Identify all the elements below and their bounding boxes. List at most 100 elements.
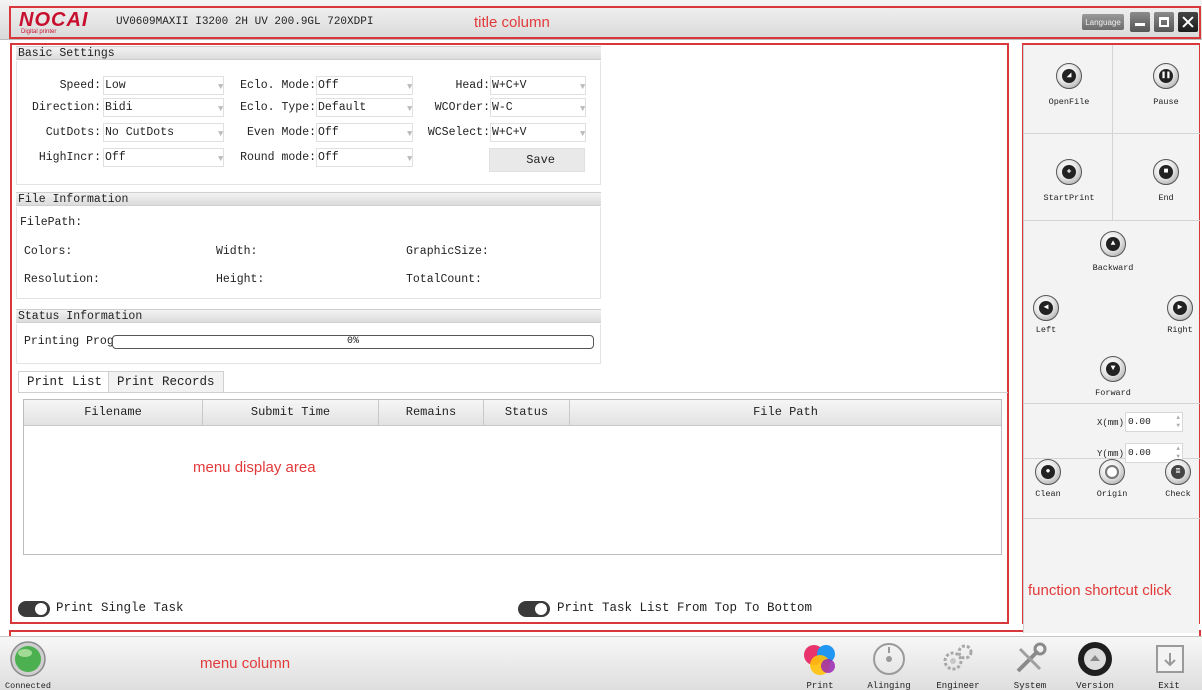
print-colors-icon bbox=[800, 639, 840, 679]
high-incr-select[interactable]: Off ▼ bbox=[103, 148, 224, 167]
forward-button[interactable]: ▼ Forward bbox=[1085, 356, 1141, 398]
top-to-bottom-toggle[interactable] bbox=[518, 601, 550, 617]
save-button[interactable]: Save bbox=[489, 148, 585, 172]
width-label: Width: bbox=[216, 245, 258, 258]
menu-system-label: System bbox=[1013, 681, 1047, 690]
right-button[interactable]: ▶ Right bbox=[1160, 295, 1200, 335]
height-label: Height: bbox=[216, 273, 265, 286]
eclo-mode-select[interactable]: Off ▼ bbox=[316, 76, 413, 95]
left-button[interactable]: ◀ Left bbox=[1026, 295, 1066, 335]
language-button[interactable]: Language bbox=[1082, 14, 1124, 30]
aligning-icon bbox=[869, 639, 909, 679]
nozzle-check-icon: ≣ bbox=[1165, 459, 1191, 485]
menu-system[interactable]: System bbox=[1006, 637, 1054, 690]
direction-label: Direction: bbox=[31, 101, 101, 114]
single-task-label: Print Single Task bbox=[56, 601, 184, 615]
even-mode-value: Off bbox=[318, 126, 339, 139]
close-icon[interactable] bbox=[1178, 12, 1198, 32]
pause-button[interactable]: ❚❚ Pause bbox=[1141, 63, 1191, 107]
end-button[interactable]: ■ End bbox=[1141, 159, 1191, 203]
graphic-size-label: GraphicSize: bbox=[406, 245, 489, 258]
direction-select[interactable]: Bidi ▼ bbox=[103, 98, 224, 117]
speed-select[interactable]: Low ▼ bbox=[103, 76, 224, 95]
arrow-left-icon: ◀ bbox=[1033, 295, 1059, 321]
single-task-toggle[interactable] bbox=[18, 601, 50, 617]
forward-label: Forward bbox=[1095, 388, 1131, 398]
logo-text: NOCAI bbox=[19, 9, 89, 31]
start-print-button[interactable]: ✚ StartPrint bbox=[1037, 159, 1101, 203]
wc-select-label: WCSelect: bbox=[427, 126, 490, 139]
menu-print[interactable]: Print bbox=[798, 637, 842, 690]
resolution-label: Resolution: bbox=[24, 273, 100, 286]
head-select[interactable]: W+C+V ▼ bbox=[490, 76, 586, 95]
eclo-mode-label: Eclo. Mode: bbox=[240, 79, 316, 92]
pause-icon: ❚❚ bbox=[1153, 63, 1179, 89]
round-mode-value: Off bbox=[318, 151, 339, 164]
check-button[interactable]: ≣ Check bbox=[1156, 459, 1200, 499]
maximize-icon[interactable] bbox=[1154, 12, 1174, 32]
spin-arrows-icon[interactable]: ▲ ▼ bbox=[1176, 414, 1180, 430]
high-incr-value: Off bbox=[105, 151, 126, 164]
colors-label: Colors: bbox=[24, 245, 73, 258]
menu-version[interactable]: Version bbox=[1070, 637, 1120, 690]
open-file-label: OpenFile bbox=[1048, 97, 1090, 107]
window-title: UV0609MAXII I3200 2H UV 200.9GL 720XDPI bbox=[116, 16, 374, 28]
basic-settings-header: Basic Settings bbox=[16, 46, 601, 60]
menu-exit[interactable]: Exit bbox=[1144, 637, 1194, 690]
file-path-label: FilePath: bbox=[20, 216, 83, 229]
table-header: Filename Submit Time Remains Status File… bbox=[24, 400, 1001, 426]
connected-status[interactable]: Connected bbox=[0, 637, 56, 690]
nocai-logo: NOCAI Digital printer bbox=[19, 9, 111, 35]
high-incr-label: HighIncr: bbox=[38, 151, 101, 164]
wc-order-value: W-C bbox=[492, 101, 513, 114]
round-mode-label: Round mode: bbox=[240, 151, 316, 164]
x-coordinate-value: 0.00 bbox=[1128, 416, 1151, 427]
speed-label: Speed: bbox=[59, 79, 101, 92]
wc-select-value: W+C+V bbox=[492, 126, 527, 139]
printing-progress-bar: 0% bbox=[112, 335, 594, 349]
cutdots-value: No CutDots bbox=[105, 126, 175, 139]
top-to-bottom-label: Print Task List From Top To Bottom bbox=[557, 601, 813, 615]
menu-column-note: menu column bbox=[200, 655, 291, 672]
wc-select-select[interactable]: W+C+V ▼ bbox=[490, 123, 586, 142]
even-mode-select[interactable]: Off ▼ bbox=[316, 123, 413, 142]
pause-label: Pause bbox=[1153, 97, 1179, 107]
x-coordinate-label: X(mm) bbox=[1096, 418, 1124, 428]
tab-print-list[interactable]: Print List bbox=[18, 371, 112, 393]
menu-aligning[interactable]: Alinging bbox=[864, 637, 914, 690]
tab-print-records[interactable]: Print Records bbox=[108, 371, 224, 393]
arrow-up-icon: ▲ bbox=[1100, 231, 1126, 257]
origin-button[interactable]: Origin bbox=[1087, 459, 1137, 499]
shortcut-divider bbox=[1024, 403, 1200, 404]
stop-icon: ■ bbox=[1153, 159, 1179, 185]
shortcut-divider bbox=[1024, 518, 1200, 519]
column-header-file-path[interactable]: File Path bbox=[570, 400, 1001, 426]
connected-indicator-icon bbox=[8, 639, 48, 679]
clean-button[interactable]: ● Clean bbox=[1024, 459, 1072, 499]
file-information-header: File Information bbox=[16, 192, 601, 206]
round-mode-select[interactable]: Off ▼ bbox=[316, 148, 413, 167]
column-header-remains[interactable]: Remains bbox=[379, 400, 484, 426]
menu-exit-label: Exit bbox=[1158, 681, 1180, 690]
print-list-table[interactable]: Filename Submit Time Remains Status File… bbox=[23, 399, 1002, 555]
open-file-button[interactable]: ◢ OpenFile bbox=[1041, 63, 1097, 107]
column-header-submit-time[interactable]: Submit Time bbox=[203, 400, 379, 426]
wc-order-select[interactable]: W-C ▼ bbox=[490, 98, 586, 117]
column-header-status[interactable]: Status bbox=[484, 400, 570, 426]
column-header-filename[interactable]: Filename bbox=[24, 400, 203, 426]
end-label: End bbox=[1158, 193, 1174, 203]
right-label: Right bbox=[1167, 325, 1193, 335]
check-label: Check bbox=[1165, 489, 1191, 499]
origin-icon bbox=[1099, 459, 1125, 485]
menu-print-label: Print bbox=[806, 681, 834, 690]
minimize-icon[interactable] bbox=[1130, 12, 1150, 32]
window-controls: Language bbox=[1082, 12, 1198, 32]
x-coordinate-input[interactable]: 0.00 ▲ ▼ bbox=[1125, 412, 1183, 432]
menu-engineer[interactable]: Engineer bbox=[932, 637, 984, 690]
eclo-type-select[interactable]: Default ▼ bbox=[316, 98, 413, 117]
open-file-icon: ◢ bbox=[1056, 63, 1082, 89]
connected-label: Connected bbox=[5, 681, 51, 690]
cutdots-select[interactable]: No CutDots ▼ bbox=[103, 123, 224, 142]
menu-bar: Connected menu column Print Alinging Eng… bbox=[0, 636, 1202, 690]
backward-button[interactable]: ▲ Backward bbox=[1085, 231, 1141, 273]
